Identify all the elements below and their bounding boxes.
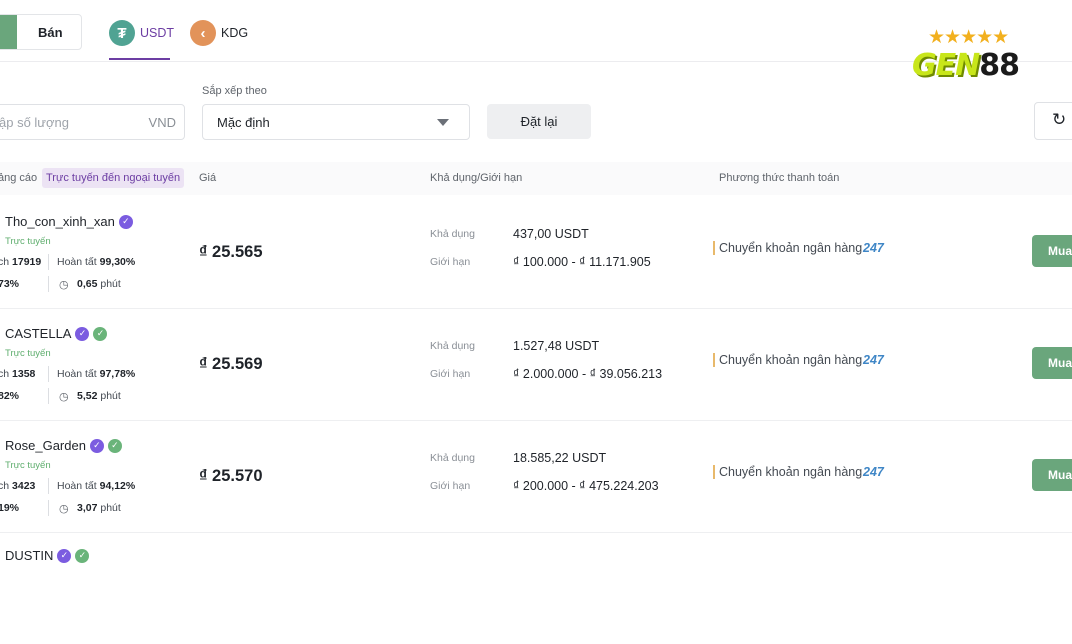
available-label: Khả dụng	[430, 340, 475, 352]
caret-down-icon	[437, 119, 449, 126]
buy-button[interactable]: Mua	[1032, 459, 1072, 491]
release-time: 0,65 phút	[77, 278, 121, 290]
merchant-badge-icon: ✓	[75, 548, 90, 563]
sell-tab[interactable]: Bán	[38, 25, 63, 40]
refresh-button[interactable]: ↻	[1034, 102, 1072, 140]
tab-usdt-label: USDT	[140, 26, 175, 40]
star-rating-icon: ★★★★★	[928, 27, 1009, 48]
tab-kdg[interactable]: ‹ KDG	[190, 16, 248, 50]
completion-rate: Hoàn tất 94,12%	[57, 480, 136, 492]
limit-range: ₫ 200.000 - ₫ 475.224.203	[513, 479, 659, 493]
table-header: ảng cáo Trực tuyến đến ngoại tuyến Giá K…	[0, 162, 1072, 195]
rate-value: 19%	[0, 502, 20, 514]
limit-label: Giới hạn	[430, 368, 471, 380]
merchant-badge-icon: ✓	[93, 326, 108, 341]
advertiser-name[interactable]: Rose_Garden ✓ ✓	[5, 438, 122, 453]
trade-count: ch 3423	[0, 480, 36, 492]
amount-placeholder: ập số lượng	[0, 115, 69, 130]
header-available-limit: Khả dụng/Giới hạn	[430, 172, 523, 184]
limit-label: Giới hạn	[430, 256, 471, 268]
limit-range: ₫ 2.000.000 - ₫ 39.056.213	[513, 367, 663, 381]
divider	[48, 366, 49, 382]
completion-rate: Hoàn tất 99,30%	[57, 256, 136, 268]
clock-icon: ◷	[59, 503, 69, 515]
tab-kdg-label: KDG	[221, 26, 249, 40]
price: ₫ 25.569	[199, 355, 263, 373]
online-status: Trực tuyến	[5, 348, 51, 359]
verified-badge-icon: ✓	[118, 214, 133, 229]
rate-value: 82%	[0, 390, 20, 402]
limit-range: ₫ 100.000 - ₫ 11.171.905	[513, 255, 651, 269]
napas-247-logo: 247	[863, 241, 884, 255]
merchant-badge-icon: ✓	[107, 438, 122, 453]
buy-sell-toggle[interactable]: Bán	[0, 14, 82, 50]
trade-count: ch 1358	[0, 368, 36, 380]
sort-label: Sắp xếp theo	[202, 85, 267, 97]
advertiser-name[interactable]: DUSTIN ✓ ✓	[5, 548, 90, 563]
advertiser-name[interactable]: CASTELLA ✓ ✓	[5, 326, 108, 341]
divider	[48, 254, 49, 270]
header-advertiser: ảng cáo	[0, 172, 38, 184]
verified-badge-icon: ✓	[57, 548, 72, 563]
divider	[48, 388, 49, 404]
tab-usdt[interactable]: ₮ USDT	[109, 16, 174, 50]
price: ₫ 25.570	[199, 467, 263, 485]
amount-input[interactable]: ập số lượng VND	[0, 104, 185, 140]
sort-value: Mặc định	[217, 115, 270, 130]
trade-count: ch 17919	[0, 256, 42, 268]
refresh-icon: ↻	[1052, 110, 1067, 129]
available-label: Khả dụng	[430, 228, 475, 240]
buy-tab[interactable]	[0, 15, 17, 49]
header-payment: Phương thức thanh toán	[719, 172, 840, 184]
completion-rate: Hoàn tất 97,78%	[57, 368, 136, 380]
table-row: Rose_Garden ✓ ✓ Trực tuyến ch 3423 Hoàn …	[0, 420, 1072, 533]
table-row: Tho_con_xinh_xan ✓ Trực tuyến ch 17919 H…	[0, 196, 1072, 309]
divider	[48, 478, 49, 494]
advertiser-name[interactable]: Tho_con_xinh_xan ✓	[5, 214, 133, 229]
active-tab-indicator	[109, 58, 170, 60]
release-time: 5,52 phút	[77, 390, 121, 402]
price: ₫ 25.565	[199, 243, 263, 261]
divider	[48, 500, 49, 516]
header-price: Giá	[199, 172, 217, 184]
clock-icon: ◷	[59, 391, 69, 403]
limit-label: Giới hạn	[430, 480, 471, 492]
kdg-coin-icon: ‹	[190, 20, 216, 46]
reset-button[interactable]: Đặt lại	[487, 104, 591, 139]
table-row: DUSTIN ✓ ✓	[0, 532, 1072, 644]
clock-icon: ◷	[59, 279, 69, 291]
verified-badge-icon: ✓	[75, 326, 90, 341]
napas-247-logo: 247	[863, 353, 884, 367]
gen88-logo: GEN88	[912, 48, 1020, 83]
payment-method: Chuyển khoản ngân hàng	[713, 241, 862, 255]
table-row: CASTELLA ✓ ✓ Trực tuyến ch 1358 Hoàn tất…	[0, 308, 1072, 421]
release-time: 3,07 phút	[77, 502, 121, 514]
napas-247-logo: 247	[863, 465, 884, 479]
online-filter-chip[interactable]: Trực tuyến đến ngoại tuyến	[42, 168, 185, 188]
available-label: Khả dụng	[430, 452, 475, 464]
sort-select[interactable]: Mặc định	[202, 104, 470, 140]
currency-unit: VND	[148, 115, 176, 130]
available-amount: 1.527,48 USDT	[513, 339, 600, 353]
rate-value: 73%	[0, 278, 20, 290]
online-status: Trực tuyến	[5, 460, 51, 471]
online-status: Trực tuyến	[5, 236, 51, 247]
buy-button[interactable]: Mua	[1032, 347, 1072, 379]
available-amount: 18.585,22 USDT	[513, 451, 607, 465]
payment-method: Chuyển khoản ngân hàng	[713, 465, 862, 479]
available-amount: 437,00 USDT	[513, 227, 589, 241]
divider	[48, 276, 49, 292]
buy-button[interactable]: Mua	[1032, 235, 1072, 267]
tether-icon: ₮	[109, 20, 135, 46]
payment-method: Chuyển khoản ngân hàng	[713, 353, 862, 367]
verified-badge-icon: ✓	[89, 438, 104, 453]
